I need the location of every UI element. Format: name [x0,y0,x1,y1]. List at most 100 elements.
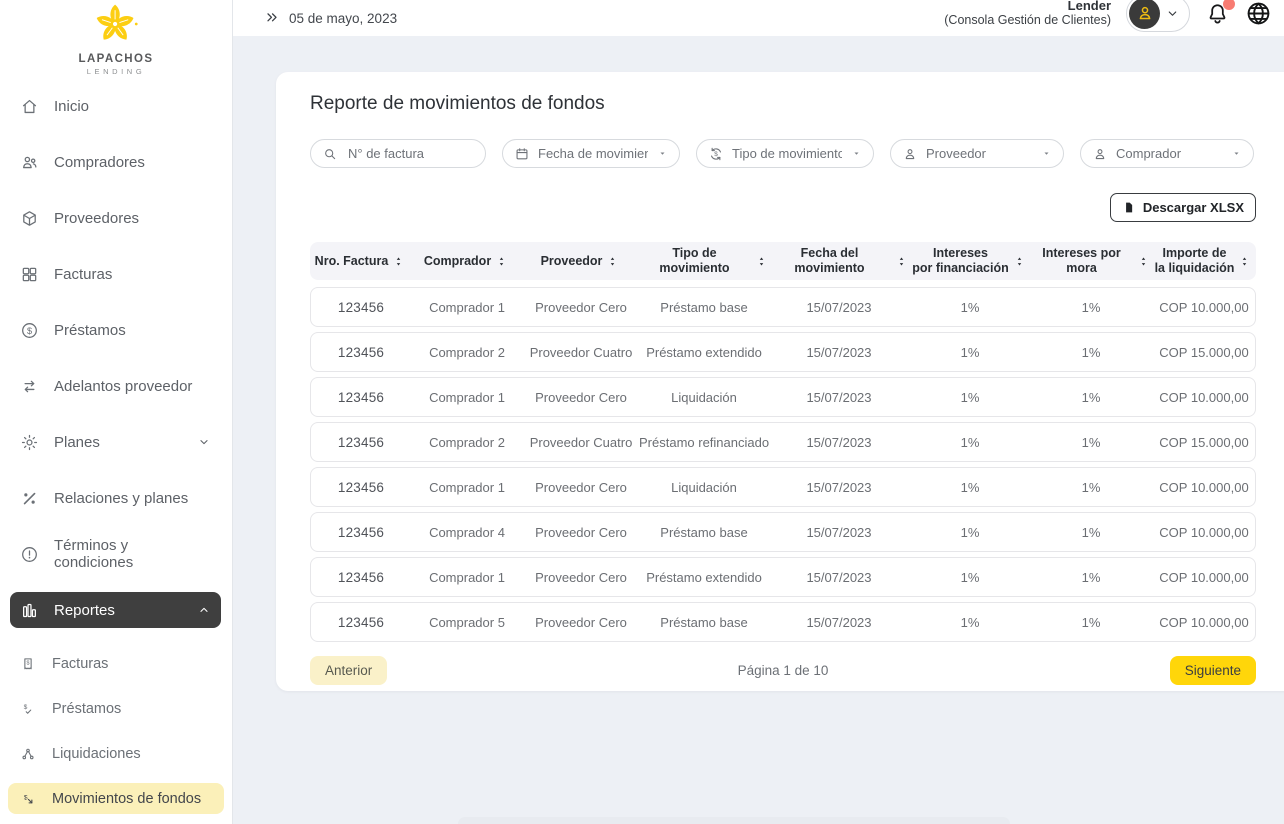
sort-icon [1238,255,1251,268]
table-row[interactable]: 123456Comprador 2Proveedor CuatroPréstam… [310,332,1256,372]
sidebar-item-facturas[interactable]: Facturas [10,256,221,292]
cell-importe-de-la-liquidacion: COP 10.000,00 [1151,615,1257,630]
notification-dot [1223,0,1235,10]
table-row[interactable]: 123456Comprador 1Proveedor CeroLiquidaci… [310,467,1256,507]
sidebar-item-reportes[interactable]: Reportes [10,592,221,628]
sidebar-subitem-movimientos-de-fondos[interactable]: $ Movimientos de fondos [8,783,224,814]
sidebar-subitem-liquidaciones[interactable]: Liquidaciones [8,738,224,769]
sidebar-item-label: Términos y condiciones [54,537,211,571]
column-header-tipo-de-movimiento[interactable]: Tipo de movimiento [638,242,768,280]
cell-comprador: Comprador 1 [411,390,523,405]
cell-fecha-del-movimiento: 15/07/2023 [769,435,909,450]
cell-proveedor: Proveedor Cero [523,525,639,540]
sidebar-item-compradores[interactable]: Compradores [10,144,221,180]
table-row[interactable]: 123456Comprador 1Proveedor CeroPréstamo … [310,557,1256,597]
cell-comprador: Comprador 2 [411,345,523,360]
fecha-de-movimiento-filter[interactable]: Fecha de movimiento [502,139,680,168]
download-xlsx-button[interactable]: Descargar XLSX [1110,193,1256,222]
download-xlsx-label: Descargar XLSX [1143,200,1244,215]
column-header-importe-de-la-liquidacion[interactable]: Importe de la liquidación [1150,242,1256,280]
proveedor-filter[interactable]: Proveedor [890,139,1064,168]
cell-tipo-de-movimiento: Préstamo base [639,525,769,540]
cell-proveedor: Proveedor Cero [523,615,639,630]
user-menu-button[interactable] [1126,0,1190,32]
movement-type-icon: $ [708,146,724,162]
sidebar-item-planes[interactable]: Planes [10,424,221,460]
comprador-filter[interactable]: Comprador [1080,139,1254,168]
chevron-down-icon [1165,6,1180,21]
cell-comprador: Comprador 5 [411,615,523,630]
brand-name: LAPACHOS [0,53,232,65]
cell-importe-de-la-liquidacion: COP 10.000,00 [1151,570,1257,585]
table-row[interactable]: 123456Comprador 1Proveedor CeroLiquidaci… [310,377,1256,417]
download-row: Descargar XLSX [310,193,1256,222]
invoice-search-filter[interactable] [310,139,486,168]
column-header-comprador[interactable]: Comprador [410,250,522,273]
double-chevron-icon[interactable] [264,10,280,26]
cell-intereses-por-financiacion: 1% [909,435,1031,450]
cell-importe-de-la-liquidacion: COP 10.000,00 [1151,390,1257,405]
table-row[interactable]: 123456Comprador 5Proveedor CeroPréstamo … [310,602,1256,642]
sort-icon [1013,255,1026,268]
page-title: Reporte de movimientos de fondos [310,93,1284,115]
column-header-intereses-por-financiacion[interactable]: Intereses por financiación [908,242,1030,280]
pagination: Anterior Página 1 de 10 Siguiente [310,656,1256,685]
table-row[interactable]: 123456Comprador 2Proveedor CuatroPréstam… [310,422,1256,462]
search-icon [322,146,338,162]
table-row[interactable]: 123456Comprador 1Proveedor CeroPréstamo … [310,287,1256,327]
sidebar-subitem-prestamos[interactable]: $Préstamos [8,693,224,724]
sidebar-item-inicio[interactable]: Inicio [10,88,221,124]
chevron-down-icon [197,435,211,449]
sidebar-item-proveedores[interactable]: Proveedores [10,200,221,236]
cell-comprador: Comprador 1 [411,570,523,585]
caret-down-icon [656,147,669,160]
sidebar-subitem-label: Movimientos de fondos [52,791,201,807]
cell-fecha-del-movimiento: 15/07/2023 [769,390,909,405]
language-button[interactable] [1245,0,1272,27]
report-loans-icon: $ [20,701,36,717]
filter-label: Comprador [1116,146,1222,161]
sidebar-item-relaciones-y-planes[interactable]: Relaciones y planes [10,480,221,516]
sidebar-item-label: Compradores [54,154,145,171]
column-header-proveedor[interactable]: Proveedor [522,250,638,273]
sort-icon [755,255,768,268]
report-liquidations-icon [20,746,36,762]
sidebar-item-adelantos-proveedor[interactable]: Adelantos proveedor [10,368,221,404]
cell-intereses-por-mora: 1% [1031,570,1151,585]
caret-down-icon [1230,147,1243,160]
cell-importe-de-la-liquidacion: COP 10.000,00 [1151,480,1257,495]
column-header-fecha-del-movimiento[interactable]: Fecha del movimiento [768,242,908,280]
avatar-person-icon [1136,4,1154,22]
cell-nro-factura: 123456 [311,435,411,450]
column-header-intereses-por-mora[interactable]: Intereses por mora [1030,242,1150,280]
sidebar: LAPACHOS LENDING Inicio Compradores Provee… [0,0,233,824]
brand-logo: LAPACHOS LENDING [0,0,232,76]
notifications-button[interactable] [1205,1,1230,26]
invoice-search-input[interactable] [346,145,475,162]
column-header-nro-factura[interactable]: Nro. Factura [310,250,410,273]
cell-fecha-del-movimiento: 15/07/2023 [769,525,909,540]
loans-icon: $ [20,321,39,340]
cell-fecha-del-movimiento: 15/07/2023 [769,480,909,495]
home-icon [20,97,39,116]
cell-nro-factura: 123456 [311,390,411,405]
sidebar-subitem-facturas[interactable]: $Facturas [8,648,224,679]
table-body: 123456Comprador 1Proveedor CeroPréstamo … [310,287,1256,642]
tipo-de-movimiento-filter[interactable]: $Tipo de movimiento [696,139,874,168]
sidebar-item-prestamos[interactable]: $Préstamos [10,312,221,348]
cell-fecha-del-movimiento: 15/07/2023 [769,615,909,630]
cell-intereses-por-mora: 1% [1031,435,1151,450]
user-text: Lender (Consola Gestión de Clientes) [944,0,1111,28]
table-row[interactable]: 123456Comprador 4Proveedor CeroPréstamo … [310,512,1256,552]
cell-fecha-del-movimiento: 15/07/2023 [769,570,909,585]
calendar-icon [514,146,530,162]
fund-movements-table: Nro. FacturaCompradorProveedorTipo de mo… [310,242,1256,642]
sidebar-item-terminos-y-condiciones[interactable]: Términos y condiciones [10,536,221,572]
page-info: Página 1 de 10 [310,663,1256,678]
cell-tipo-de-movimiento: Préstamo base [639,615,769,630]
relations-icon [20,489,39,508]
cell-comprador: Comprador 2 [411,435,523,450]
svg-text:$: $ [24,704,28,711]
report-fund-movements-icon: $ [20,791,36,807]
svg-text:$: $ [24,794,28,801]
